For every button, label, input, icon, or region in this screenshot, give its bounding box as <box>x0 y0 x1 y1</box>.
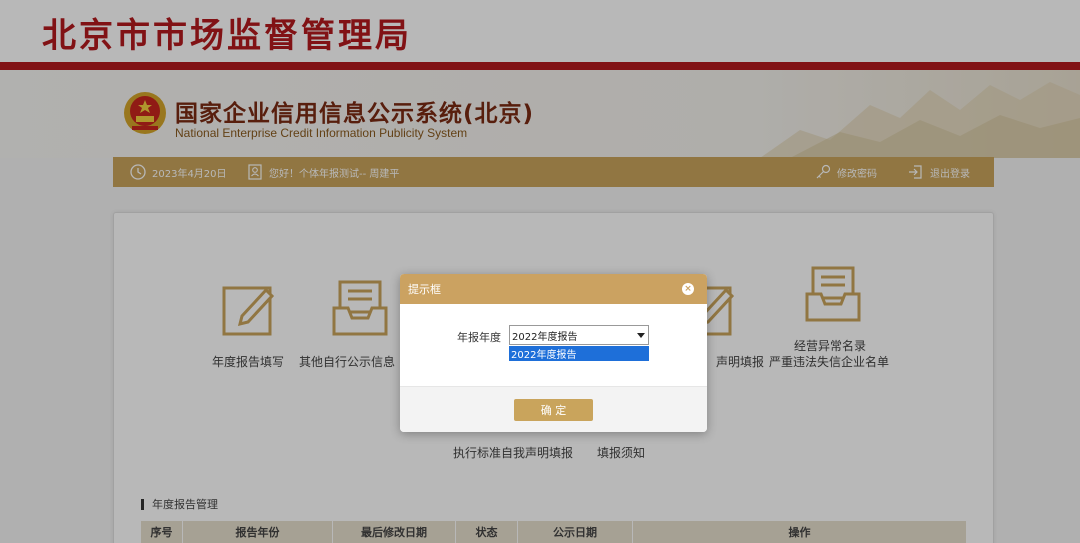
select-value: 2022年度报告 <box>512 331 578 343</box>
close-icon[interactable]: × <box>682 283 694 295</box>
select-option[interactable]: 2022年度报告 <box>509 346 649 361</box>
report-year-label: 年报年度 <box>457 331 501 344</box>
dialog-footer: 确 定 <box>400 386 707 432</box>
dialog-title: 提示框 <box>408 283 441 296</box>
chevron-down-icon <box>637 333 645 338</box>
dialog-header: 提示框 × <box>400 274 707 304</box>
report-year-select[interactable]: 2022年度报告 <box>509 325 649 345</box>
prompt-dialog: 提示框 × 年报年度 2022年度报告 2022年度报告 确 定 <box>400 274 707 432</box>
modal-backdrop[interactable] <box>0 0 1080 543</box>
confirm-button[interactable]: 确 定 <box>514 399 593 421</box>
